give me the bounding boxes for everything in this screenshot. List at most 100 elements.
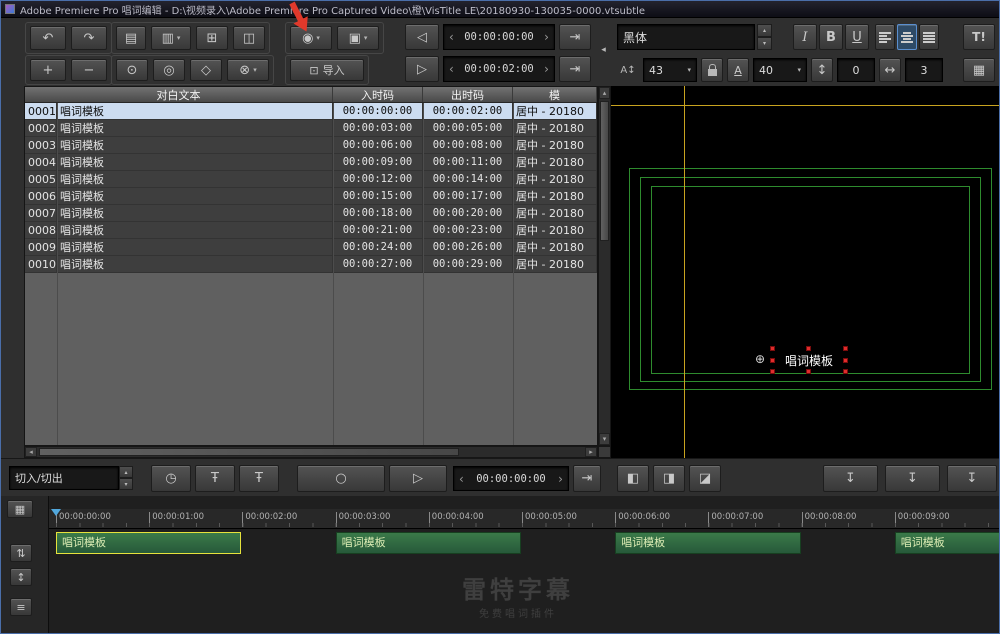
find-button[interactable]: ⊙: [116, 59, 148, 81]
vertical-scrollbar[interactable]: ▴ ▾: [598, 86, 611, 446]
horizontal-scrollbar[interactable]: ◂ ▸: [24, 446, 598, 458]
import-button[interactable]: ⊡ 导入: [290, 59, 364, 81]
mark-in-button[interactable]: ◁: [405, 24, 439, 50]
bold-button[interactable]: B: [819, 24, 843, 50]
mark-out-button[interactable]: ▷: [405, 56, 439, 82]
apply-in-button[interactable]: ⇥: [559, 24, 591, 50]
resize-handle[interactable]: [806, 369, 811, 374]
track-swap-button[interactable]: ⇅: [10, 544, 32, 562]
table-row[interactable]: 0010 唱词模板 00:00:27:00 00:00:29:00 居中 - 2…: [25, 256, 597, 273]
in-timecode-value[interactable]: 00:00:00:00: [464, 31, 534, 43]
timeline-clip[interactable]: 唱词模板: [895, 532, 999, 554]
resize-handle[interactable]: [770, 369, 775, 374]
table-row[interactable]: 0003 唱词模板 00:00:06:00 00:00:08:00 居中 - 2…: [25, 137, 597, 154]
scroll-left-button[interactable]: ◂: [25, 447, 37, 457]
align-center-button[interactable]: [897, 24, 917, 50]
font-family-combo[interactable]: 黑体: [617, 24, 755, 50]
position-left-button[interactable]: ◧: [617, 465, 649, 492]
template-button[interactable]: ▣▾: [337, 26, 379, 50]
add-row-button[interactable]: +: [30, 59, 66, 81]
style-grid-button[interactable]: ▦: [963, 58, 995, 82]
record-button[interactable]: ○: [297, 465, 385, 492]
italic-button[interactable]: I: [793, 24, 817, 50]
playhead[interactable]: [51, 509, 61, 516]
increment-button[interactable]: ›: [558, 472, 563, 486]
header-time-out[interactable]: 出时码: [423, 87, 513, 102]
insert-both-button[interactable]: ↧: [947, 465, 997, 492]
redo-button[interactable]: ↷: [71, 26, 107, 50]
open-file-button[interactable]: ▥▾: [151, 26, 191, 50]
table-row[interactable]: 0006 唱词模板 00:00:15:00 00:00:17:00 居中 - 2…: [25, 188, 597, 205]
decrement-button[interactable]: ‹: [449, 30, 454, 44]
resize-handle[interactable]: [843, 358, 848, 363]
track-zoom-button[interactable]: ↕: [10, 568, 32, 586]
stepper-down-button[interactable]: ▾: [757, 37, 772, 50]
timeline-track[interactable]: 唱词模板唱词模板唱词模板唱词模板: [49, 531, 999, 557]
scroll-right-button[interactable]: ▸: [585, 447, 597, 457]
baseline-button[interactable]: A: [727, 58, 749, 82]
spacing-field[interactable]: 0: [837, 58, 875, 82]
remove-row-button[interactable]: −: [71, 59, 107, 81]
insert-in-button[interactable]: ↧: [823, 465, 878, 492]
underline-button[interactable]: U: [845, 24, 869, 50]
align-justify-button[interactable]: [919, 24, 939, 50]
position-right-button[interactable]: ◪: [689, 465, 721, 492]
vertical-scroll-thumb[interactable]: [600, 101, 609, 241]
increment-button[interactable]: ›: [544, 30, 549, 44]
insert-out-button[interactable]: ↧: [885, 465, 940, 492]
table-row[interactable]: 0001 唱词模板 00:00:00:00 00:00:02:00 居中 - 2…: [25, 103, 597, 120]
position-center-button[interactable]: ◨: [653, 465, 685, 492]
text-tool-a-button[interactable]: Ŧ: [195, 465, 235, 492]
track-grid-button[interactable]: ▦: [7, 500, 33, 518]
zoom-button[interactable]: ◎: [153, 59, 185, 81]
inout-mode-combo[interactable]: 切入/切出: [9, 466, 119, 490]
resize-handle[interactable]: [770, 346, 775, 351]
check-button[interactable]: ◇: [190, 59, 222, 81]
table-row[interactable]: 0004 唱词模板 00:00:09:00 00:00:11:00 居中 - 2…: [25, 154, 597, 171]
timeline-clip[interactable]: 唱词模板: [615, 532, 800, 554]
font-size-combo[interactable]: 43 ▾: [643, 58, 697, 82]
undo-button[interactable]: ↶: [30, 26, 66, 50]
out-timecode-value[interactable]: 00:00:02:00: [464, 63, 534, 75]
play-button[interactable]: ▷: [389, 465, 447, 492]
text-tool-b-button[interactable]: Ŧ: [239, 465, 279, 492]
table-row[interactable]: 0008 唱词模板 00:00:21:00 00:00:23:00 居中 - 2…: [25, 222, 597, 239]
tools-button[interactable]: ⊗▾: [227, 59, 269, 81]
kerning-field[interactable]: 3: [905, 58, 943, 82]
title-bar[interactable]: Adobe Premiere Pro 唱词编辑 - D:\视频录入\Adobe …: [1, 1, 999, 18]
stepper-down-button[interactable]: ▾: [119, 478, 133, 490]
header-style[interactable]: 模: [513, 87, 597, 102]
collapse-panel-button[interactable]: ◂: [597, 39, 610, 61]
lock-ratio-button[interactable]: [701, 58, 723, 82]
resize-handle[interactable]: [806, 346, 811, 351]
track-list-button[interactable]: ≡: [10, 598, 32, 616]
current-timecode-value[interactable]: 00:00:00:00: [476, 473, 546, 485]
header-dialogue[interactable]: 对白文本: [25, 87, 333, 102]
resize-handle[interactable]: [843, 369, 848, 374]
copy-button[interactable]: ⊞: [196, 26, 228, 50]
table-row[interactable]: 0005 唱词模板 00:00:12:00 00:00:14:00 居中 - 2…: [25, 171, 597, 188]
align-left-button[interactable]: [875, 24, 895, 50]
kerning-button[interactable]: ↔: [879, 58, 901, 82]
resize-handle[interactable]: [843, 346, 848, 351]
timer-button[interactable]: ◷: [151, 465, 191, 492]
line-spacing-button[interactable]: ↕: [811, 58, 833, 82]
header-time-in[interactable]: 入时码: [333, 87, 423, 102]
timeline-ruler[interactable]: 00:00:00:0000:00:01:0000:00:02:0000:00:0…: [49, 509, 999, 529]
title-tool-button[interactable]: T!: [963, 24, 995, 50]
scroll-up-button[interactable]: ▴: [599, 87, 610, 99]
decrement-button[interactable]: ‹: [459, 472, 464, 486]
scroll-down-button[interactable]: ▾: [599, 433, 610, 445]
go-to-end-button[interactable]: ⇥: [573, 465, 601, 492]
timeline-clip[interactable]: 唱词模板: [56, 532, 241, 554]
outline-size-combo[interactable]: 40 ▾: [753, 58, 807, 82]
horizontal-scroll-thumb[interactable]: [39, 448, 459, 456]
table-row[interactable]: 0009 唱词模板 00:00:24:00 00:00:26:00 居中 - 2…: [25, 239, 597, 256]
new-file-button[interactable]: ▤: [116, 26, 146, 50]
stepper-up-button[interactable]: ▴: [757, 24, 772, 37]
preview-monitor[interactable]: ⊕ 唱词模板: [611, 86, 999, 458]
table-row[interactable]: 0002 唱词模板 00:00:03:00 00:00:05:00 居中 - 2…: [25, 120, 597, 137]
decrement-button[interactable]: ‹: [449, 62, 454, 76]
table-row[interactable]: 0007 唱词模板 00:00:18:00 00:00:20:00 居中 - 2…: [25, 205, 597, 222]
stepper-up-button[interactable]: ▴: [119, 466, 133, 478]
